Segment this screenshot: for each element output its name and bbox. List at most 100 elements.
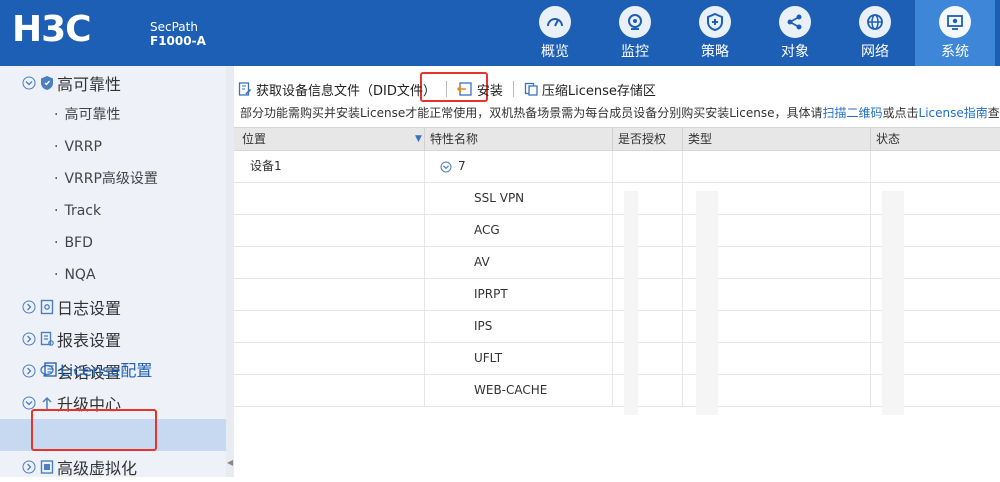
globe-icon [859, 6, 891, 38]
table-row[interactable]: 设备1 7 [234, 151, 1000, 183]
sidebar-item-high-availability[interactable]: · 高可靠性 [54, 100, 120, 130]
product-info: SecPath F1000-A [150, 20, 206, 48]
compress-license-storage-button[interactable]: 压缩License存储区 [520, 77, 660, 101]
group-toggle[interactable]: 7 [440, 151, 466, 182]
feature-name-cell: AV [474, 255, 490, 269]
nav-system[interactable]: 系统 [915, 0, 995, 66]
column-header-feature[interactable]: 特性名称 [430, 128, 478, 150]
top-header: H3C SecPath F1000-A 概览 监控 策略 对象 网络 系统 [0, 0, 1000, 66]
sidebar-group-virtualization[interactable]: 高级虚拟化 [22, 452, 137, 482]
column-divider [870, 128, 871, 150]
sidebar-group-label: 日志设置 [57, 299, 122, 318]
sidebar-group-report[interactable]: 报表设置 [22, 324, 121, 354]
cell-divider [682, 375, 683, 406]
license-icon [44, 361, 57, 377]
column-header-status[interactable]: 状态 [876, 128, 900, 150]
camera-icon [619, 6, 651, 38]
share-nodes-icon [779, 6, 811, 38]
nav-object[interactable]: 对象 [755, 0, 835, 66]
get-did-file-button[interactable]: 获取设备信息文件（DID文件） [234, 77, 440, 101]
install-icon [456, 82, 472, 96]
license-notice: 部分功能需购买并安装License才能正常使用，双机热备场景需为每台成员设备分别… [240, 104, 1000, 121]
cell-divider [870, 279, 871, 310]
cell-divider [870, 215, 871, 246]
gauge-icon [539, 6, 571, 38]
sidebar-item-label: 高可靠性 [64, 107, 121, 123]
install-button[interactable]: 安装 [453, 77, 507, 101]
h3c-logo: H3C [12, 9, 92, 50]
nav-label: 概览 [541, 44, 569, 60]
sidebar-item-label: VRRP高级设置 [64, 171, 158, 187]
cell-divider [612, 375, 613, 406]
virtualization-icon [40, 460, 54, 474]
group-count: 7 [458, 159, 466, 173]
sidebar-item-label: NQA [64, 267, 96, 283]
product-line: SecPath [150, 20, 198, 34]
column-header-type[interactable]: 类型 [688, 128, 712, 150]
button-label: 压缩License存储区 [541, 83, 656, 99]
nav-policy[interactable]: 策略 [675, 0, 755, 66]
report-icon [40, 331, 54, 346]
column-divider [682, 128, 683, 150]
nav-overview[interactable]: 概览 [515, 0, 595, 66]
product-model: F1000-A [150, 34, 206, 48]
toolbar: 获取设备信息文件（DID文件） 安装 压缩License存储区 [234, 76, 660, 102]
sidebar-item-license[interactable]: License配置 [44, 357, 152, 381]
cell-divider [682, 215, 683, 246]
compress-icon [524, 82, 538, 96]
sidebar-item-label: Track [64, 203, 102, 219]
notice-text: 或点击 [882, 106, 919, 120]
cell-divider [870, 343, 871, 374]
sidebar-item-label: BFD [64, 235, 93, 251]
sidebar-item-vrrp-advanced[interactable]: · VRRP高级设置 [54, 164, 158, 194]
bullet: · [54, 139, 59, 155]
feature-name-cell: WEB-CACHE [474, 383, 548, 397]
button-label: 安装 [476, 83, 503, 99]
toolbar-divider [445, 81, 447, 97]
collapse-arrow-icon[interactable]: ◀ [227, 458, 233, 467]
cell-divider [424, 183, 425, 214]
column-header-location[interactable]: 位置 [242, 128, 266, 150]
redacted-status-values [882, 191, 904, 415]
sidebar-item-bfd[interactable]: · BFD [54, 228, 93, 258]
cell-divider [682, 247, 683, 278]
toolbar-divider [512, 81, 514, 97]
cell-divider [870, 151, 871, 182]
sidebar-group-high-availability[interactable]: 高可靠性 [22, 68, 121, 98]
sidebar-group-log[interactable]: 日志设置 [22, 292, 121, 322]
cell-divider [612, 151, 613, 182]
sidebar-item-nqa[interactable]: · NQA [54, 260, 96, 290]
sidebar-item-vrrp[interactable]: · VRRP [54, 132, 102, 162]
cell-divider [612, 311, 613, 342]
nav-monitor[interactable]: 监控 [595, 0, 675, 66]
cell-divider [424, 215, 425, 246]
cell-divider [682, 151, 683, 182]
sidebar-collapse-bar[interactable] [226, 66, 234, 477]
cell-divider [870, 311, 871, 342]
scan-qr-link[interactable]: 扫描二维码 [822, 106, 882, 120]
cell-divider [424, 247, 425, 278]
sort-dropdown-icon[interactable]: ▼ [415, 128, 422, 150]
chevron-right-icon [22, 364, 36, 378]
bullet: · [54, 203, 59, 219]
log-icon [40, 299, 54, 315]
cell-divider [424, 375, 425, 406]
cell-divider [612, 279, 613, 310]
redacted-authorized-values [624, 191, 638, 415]
sidebar-item-track[interactable]: · Track [54, 196, 101, 226]
nav-network[interactable]: 网络 [835, 0, 915, 66]
cell-divider [424, 279, 425, 310]
table-body: 设备1 7 SSL VPN ACG AV IPRPT IPS UFLT WEB-… [234, 151, 1000, 415]
cell-divider [682, 279, 683, 310]
cell-divider [424, 343, 425, 374]
column-divider [424, 128, 425, 150]
feature-name-cell: SSL VPN [474, 191, 525, 205]
license-guide-link[interactable]: License指南 [919, 106, 988, 120]
feature-name-cell: IPS [474, 319, 493, 333]
column-divider [612, 128, 613, 150]
notice-text: 部分功能需购买并安装License才能正常使用，双机热备场景需为每台成员设备分别… [240, 106, 823, 120]
column-header-authorized[interactable]: 是否授权 [618, 128, 666, 150]
device-cell: 设备1 [250, 159, 282, 173]
bullet: · [54, 171, 59, 187]
table-header: 位置 ▼ 特性名称 是否授权 类型 状态 [234, 127, 1000, 151]
